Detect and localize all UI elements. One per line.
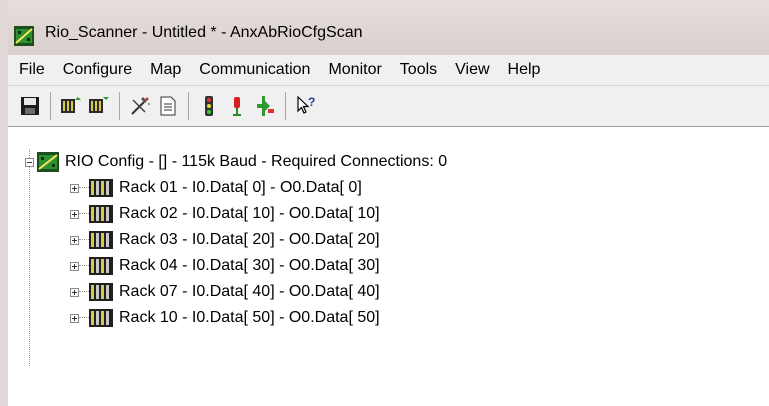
tree-root-label: RIO Config - [] - 115k Baud - Required C… bbox=[65, 153, 448, 170]
expand-toggle[interactable] bbox=[70, 235, 79, 245]
connect-icon bbox=[257, 96, 274, 116]
tree-rack-node[interactable]: Rack 02 - I0.Data[ 10] - O0.Data[ 10] bbox=[70, 201, 380, 227]
menu-configure[interactable]: Configure bbox=[54, 61, 141, 79]
save-icon bbox=[21, 97, 39, 115]
connect-button[interactable] bbox=[251, 92, 279, 120]
tree-rack-node[interactable]: Rack 04 - I0.Data[ 30] - O0.Data[ 30] bbox=[70, 253, 380, 279]
rack-label: Rack 01 - I0.Data[ 0] - O0.Data[ 0] bbox=[119, 179, 362, 196]
toolbar-separator bbox=[119, 92, 120, 120]
menu-tools[interactable]: Tools bbox=[391, 61, 446, 79]
window-title: Rio_Scanner - Untitled * - AnxAbRioCfgSc… bbox=[45, 24, 363, 41]
rio-config-icon bbox=[37, 152, 59, 172]
rack-label: Rack 04 - I0.Data[ 30] - O0.Data[ 30] bbox=[119, 257, 380, 274]
toolbar-separator bbox=[285, 92, 286, 120]
rack-icon bbox=[89, 205, 113, 223]
config-tree: RIO Config - [] - 115k Baud - Required C… bbox=[16, 127, 769, 406]
rack-icon bbox=[89, 179, 113, 197]
tree-connector bbox=[79, 213, 89, 215]
toolbar-separator bbox=[188, 92, 189, 120]
toolbar-separator bbox=[50, 92, 51, 120]
expand-toggle[interactable] bbox=[70, 313, 79, 323]
svg-text:?: ? bbox=[308, 95, 315, 109]
context-help-button[interactable]: ? bbox=[292, 92, 320, 120]
collapse-toggle[interactable] bbox=[25, 157, 34, 167]
tree-root-node[interactable]: RIO Config - [] - 115k Baud - Required C… bbox=[25, 149, 447, 175]
help-pointer-icon: ? bbox=[297, 95, 315, 114]
rack-label: Rack 02 - I0.Data[ 10] - O0.Data[ 10] bbox=[119, 205, 380, 222]
app-icon bbox=[14, 26, 34, 46]
tree-connector bbox=[79, 239, 89, 241]
menu-map[interactable]: Map bbox=[141, 61, 190, 79]
menu-help[interactable]: Help bbox=[499, 61, 550, 79]
menu-monitor[interactable]: Monitor bbox=[319, 61, 390, 79]
document-icon bbox=[160, 96, 176, 116]
tools-icon bbox=[131, 97, 150, 115]
rack-icon bbox=[89, 309, 113, 327]
tree-connector bbox=[79, 317, 89, 319]
remove-rack-button[interactable] bbox=[85, 92, 113, 120]
traffic-light-icon bbox=[205, 96, 213, 116]
tree-connector bbox=[79, 265, 89, 267]
menu-bar: File Configure Map Communication Monitor… bbox=[8, 55, 769, 86]
app-window: Rio_Scanner - Untitled * - AnxAbRioCfgSc… bbox=[0, 0, 769, 406]
stop-button[interactable] bbox=[223, 92, 251, 120]
expand-toggle[interactable] bbox=[70, 287, 79, 297]
document-button[interactable] bbox=[154, 92, 182, 120]
tools-button[interactable] bbox=[126, 92, 154, 120]
rack-label: Rack 03 - I0.Data[ 20] - O0.Data[ 20] bbox=[119, 231, 380, 248]
tree-connector bbox=[79, 187, 89, 189]
tree-rack-node[interactable]: Rack 10 - I0.Data[ 50] - O0.Data[ 50] bbox=[70, 305, 380, 331]
tree-rack-node[interactable]: Rack 03 - I0.Data[ 20] - O0.Data[ 20] bbox=[70, 227, 380, 253]
menu-view[interactable]: View bbox=[446, 61, 498, 79]
monitor-button[interactable] bbox=[195, 92, 223, 120]
menu-file[interactable]: File bbox=[10, 61, 54, 79]
rack-icon bbox=[89, 283, 113, 301]
tree-rack-node[interactable]: Rack 01 - I0.Data[ 0] - O0.Data[ 0] bbox=[70, 175, 362, 201]
title-bar[interactable]: Rio_Scanner - Untitled * - AnxAbRioCfgSc… bbox=[8, 0, 769, 55]
expand-toggle[interactable] bbox=[70, 183, 79, 193]
save-button[interactable] bbox=[16, 92, 44, 120]
menu-communication[interactable]: Communication bbox=[190, 61, 319, 79]
tree-rack-node[interactable]: Rack 07 - I0.Data[ 40] - O0.Data[ 40] bbox=[70, 279, 380, 305]
tree-connector bbox=[29, 149, 30, 366]
rack-remove-icon bbox=[89, 97, 109, 113]
rack-label: Rack 07 - I0.Data[ 40] - O0.Data[ 40] bbox=[119, 283, 380, 300]
add-rack-button[interactable] bbox=[57, 92, 85, 120]
stoplight-red-icon bbox=[233, 97, 241, 116]
rack-icon bbox=[89, 257, 113, 275]
rack-add-icon bbox=[61, 97, 81, 113]
rack-label: Rack 10 - I0.Data[ 50] - O0.Data[ 50] bbox=[119, 309, 380, 326]
tree-connector bbox=[79, 291, 89, 293]
expand-toggle[interactable] bbox=[70, 209, 79, 219]
toolbar: ? bbox=[8, 86, 769, 127]
rack-icon bbox=[89, 231, 113, 249]
expand-toggle[interactable] bbox=[70, 261, 79, 271]
